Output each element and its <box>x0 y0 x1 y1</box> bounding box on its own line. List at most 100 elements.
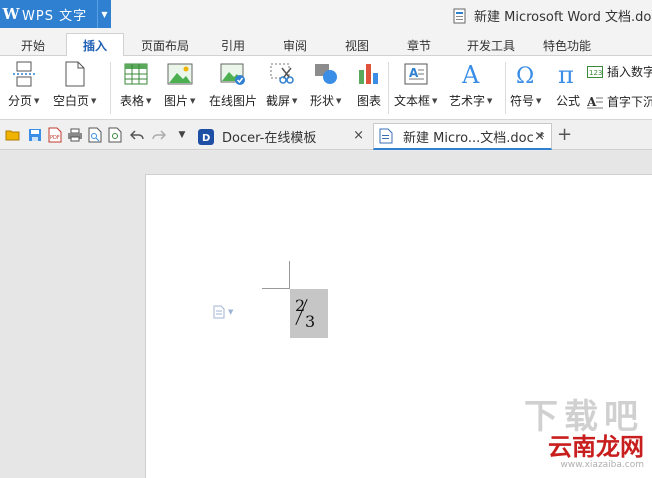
wordart-label: 艺术字 <box>449 94 486 108</box>
textbox-icon: A <box>402 60 430 88</box>
watermark-brand: 云南龙网 <box>548 433 644 461</box>
open-folder-icon[interactable] <box>5 127 21 143</box>
wordart-button[interactable]: A 艺术字 ▼ <box>449 60 492 109</box>
formula-button[interactable]: π 公式 <box>554 60 582 109</box>
tab-home[interactable]: 开始 <box>14 33 52 57</box>
ribbon-divider <box>388 62 389 114</box>
fraction: 2 3 <box>290 289 328 338</box>
symbol-label: 符号 <box>510 94 535 108</box>
screenshot-button[interactable]: 截屏 ▼ <box>266 60 297 109</box>
export-pdf-icon[interactable]: PDF <box>47 127 63 143</box>
find-icon[interactable] <box>107 127 123 143</box>
dropdown-arrow-icon: ▼ <box>228 308 234 316</box>
document-page[interactable]: ▼ 2 3 下载吧 云南龙网 www.xiazaiba.com <box>145 174 652 478</box>
page-break-icon <box>10 60 38 88</box>
pi-icon: π <box>554 60 582 88</box>
shapes-icon <box>312 60 340 88</box>
scissors-icon <box>268 60 296 88</box>
svg-text:π: π <box>558 61 574 87</box>
tab-insert[interactable]: 插入 <box>66 33 124 57</box>
tab-references[interactable]: 引用 <box>214 33 252 57</box>
dropdown-arrow-icon: ▼ <box>34 96 40 105</box>
textbox-button[interactable]: A 文本框 ▼ <box>394 60 437 109</box>
tab-chapter[interactable]: 章节 <box>400 33 438 57</box>
chart-button[interactable]: 图表 <box>355 60 383 109</box>
new-tab-button[interactable]: + <box>557 124 572 145</box>
document-icon <box>453 8 467 24</box>
insert-number-label: 插入数字 <box>607 65 652 79</box>
app-name: WPS 文字 <box>22 8 88 24</box>
docer-icon: D <box>198 128 214 145</box>
close-icon[interactable]: × <box>534 129 545 144</box>
dropdown-arrow-icon: ▼ <box>432 96 438 105</box>
dropdown-arrow-icon: ▼ <box>336 96 342 105</box>
page-break-button[interactable]: 分页 ▼ <box>8 60 39 109</box>
picture-button[interactable]: 图片 ▼ <box>164 60 195 109</box>
chevron-down-icon[interactable]: ▼ <box>97 0 111 28</box>
doctab-new-document[interactable]: 新建 Micro...文档.doc * × <box>373 123 552 150</box>
tab-page-layout[interactable]: 页面布局 <box>134 33 196 57</box>
paragraph-icon <box>213 305 225 319</box>
table-button[interactable]: 表格 ▼ <box>120 60 151 109</box>
tab-developer[interactable]: 开发工具 <box>460 33 522 57</box>
redo-icon[interactable] <box>151 127 167 143</box>
close-icon[interactable]: × <box>353 128 364 143</box>
menu-bar: 开始 插入 页面布局 引用 审阅 视图 章节 开发工具 特色功能 <box>0 30 652 57</box>
app-menu-button[interactable]: W WPS 文字 ▼ <box>0 0 111 28</box>
watermark-text: 下载吧 <box>524 397 644 437</box>
tab-review[interactable]: 审阅 <box>276 33 314 57</box>
watermark: 下载吧 云南龙网 www.xiazaiba.com <box>524 400 644 470</box>
print-preview-icon[interactable] <box>87 127 103 143</box>
symbol-button[interactable]: Ω 符号 ▼ <box>510 60 541 109</box>
online-picture-icon <box>219 60 247 88</box>
window-title: 新建 Microsoft Word 文档.doc <box>453 6 652 25</box>
picture-label: 图片 <box>164 94 189 108</box>
tab-special-features[interactable]: 特色功能 <box>536 33 598 57</box>
doctab-label: Docer-在线模板 <box>222 131 317 146</box>
table-icon <box>122 60 150 88</box>
dropdown-arrow-icon: ▼ <box>487 96 493 105</box>
picture-icon <box>166 60 194 88</box>
dropdown-arrow-icon: ▼ <box>292 96 298 105</box>
print-icon[interactable] <box>67 127 83 143</box>
dropdown-arrow-icon: ▼ <box>536 96 542 105</box>
svg-text:PDF: PDF <box>50 135 60 141</box>
quick-access-toolbar: PDF ▼ D Docer-在线模板 × 新建 Micro...文档.doc *… <box>0 120 652 150</box>
undo-icon[interactable] <box>129 127 145 143</box>
dropcap-button[interactable]: A 首字下沉 <box>587 93 652 110</box>
document-area: ▼ 2 3 下载吧 云南龙网 www.xiazaiba.com <box>0 151 652 478</box>
dropdown-arrow-icon: ▼ <box>146 96 152 105</box>
customize-dropdown-icon[interactable]: ▼ <box>174 127 190 143</box>
ribbon-divider <box>110 62 111 114</box>
table-label: 表格 <box>120 94 145 108</box>
blank-page-icon <box>61 60 89 88</box>
word-document-icon <box>379 128 395 144</box>
blank-page-label: 空白页 <box>53 94 90 108</box>
ribbon-divider <box>505 62 506 114</box>
dropcap-icon: A <box>587 95 603 109</box>
chart-label: 图表 <box>356 94 381 108</box>
paragraph-handle[interactable]: ▼ <box>212 305 233 319</box>
insert-number-button[interactable]: 123 插入数字 <box>587 63 652 80</box>
bar-chart-icon <box>355 60 383 88</box>
formula-label: 公式 <box>555 94 580 108</box>
tab-view[interactable]: 视图 <box>338 33 376 57</box>
title-bar: W WPS 文字 ▼ 新建 Microsoft Word 文档.doc <box>0 0 652 30</box>
svg-text:123: 123 <box>589 69 602 77</box>
svg-text:A: A <box>587 95 597 109</box>
watermark-url: www.xiazaiba.com <box>560 460 644 470</box>
svg-text:A: A <box>409 66 419 80</box>
fraction-selection[interactable]: 2 3 <box>290 289 328 338</box>
dropdown-arrow-icon: ▼ <box>91 96 97 105</box>
ribbon-insert: 分页 ▼ 空白页 ▼ 表格 ▼ 图片 ▼ 在线图片 截屏 ▼ 形状 ▼ 图表 A… <box>0 56 652 120</box>
margin-mark-horizontal <box>262 288 290 289</box>
doctab-label: 新建 Micro...文档.doc * <box>403 130 545 146</box>
blank-page-button[interactable]: 空白页 ▼ <box>53 60 96 109</box>
save-icon[interactable] <box>27 127 43 143</box>
shape-button[interactable]: 形状 ▼ <box>310 60 341 109</box>
online-picture-button[interactable]: 在线图片 <box>209 60 257 109</box>
dropcap-label: 首字下沉 <box>607 95 652 109</box>
doctab-docer[interactable]: D Docer-在线模板 × <box>192 123 370 150</box>
svg-text:Ω: Ω <box>516 64 534 87</box>
omega-icon: Ω <box>512 60 540 88</box>
